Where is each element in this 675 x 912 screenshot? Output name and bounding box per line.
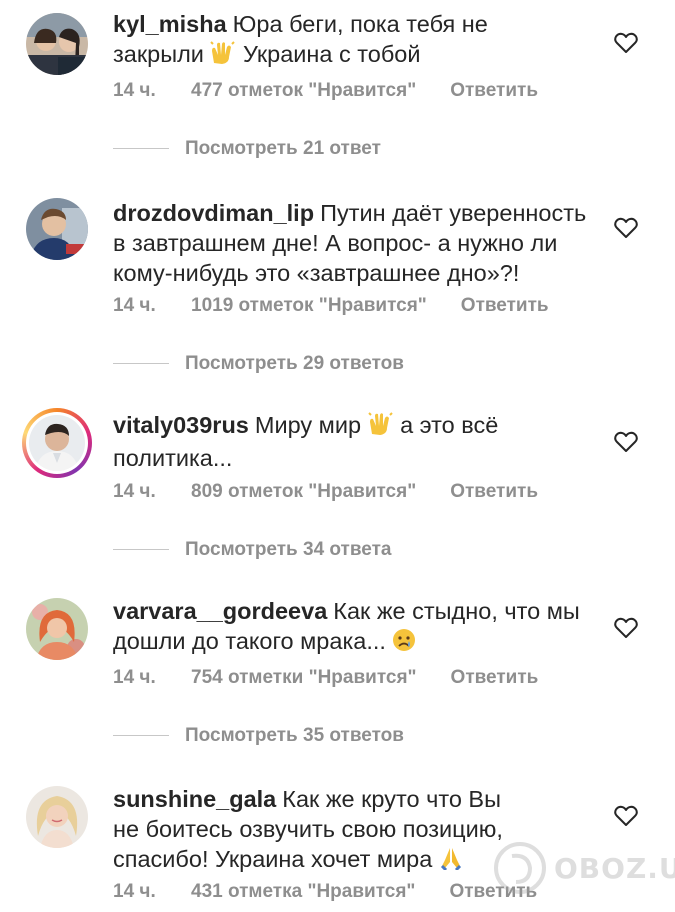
comment-body: спасибо! Украина хочет мира bbox=[113, 846, 433, 872]
folded-hands-icon bbox=[439, 846, 463, 877]
comment-time: 14 ч. bbox=[113, 80, 156, 101]
avatar[interactable] bbox=[26, 786, 88, 848]
divider bbox=[113, 735, 169, 737]
heart-icon[interactable] bbox=[614, 805, 638, 827]
heart-icon[interactable] bbox=[614, 617, 638, 639]
comment-text: kyl_misha Юра беги, пока тебя не закрыли … bbox=[113, 9, 598, 72]
avatar[interactable] bbox=[26, 598, 88, 660]
comment-username[interactable]: sunshine_gala bbox=[113, 786, 276, 812]
comment-time: 14 ч. bbox=[113, 667, 156, 688]
avatar[interactable] bbox=[26, 198, 88, 260]
comment-body: Миру мир bbox=[254, 412, 362, 438]
likes-count[interactable]: 477 отметок "Нравится" bbox=[191, 80, 416, 102]
view-replies-label: Посмотреть 35 ответов bbox=[185, 725, 404, 746]
view-replies-label: Посмотреть 29 ответов bbox=[185, 353, 404, 374]
comment-time: 14 ч. bbox=[113, 481, 156, 502]
heart-icon[interactable] bbox=[614, 32, 638, 54]
comment-text: drozdovdiman_lip Путин даёт уверенность в… bbox=[113, 198, 598, 288]
comment-text: sunshine_gala Как же круто что Вы не боит… bbox=[113, 784, 598, 877]
sad-face-icon bbox=[392, 628, 416, 659]
comment-body: Украина с тобой bbox=[243, 41, 421, 67]
view-replies-button[interactable]: Посмотреть 29 ответов bbox=[113, 353, 404, 375]
reply-button[interactable]: Ответить bbox=[449, 881, 537, 903]
likes-count[interactable]: 754 отметки "Нравится" bbox=[191, 667, 417, 689]
comment-meta: 14 ч. 754 отметки "Нравится" Ответить bbox=[113, 667, 538, 689]
comment-body: Путин даёт уверенность bbox=[320, 200, 587, 226]
raising-hands-icon bbox=[210, 41, 236, 72]
comment-meta: 14 ч. 477 отметок "Нравится" Ответить bbox=[113, 80, 538, 102]
comment-body: не боитесь озвучить свою позицию, bbox=[113, 816, 503, 842]
comment-body: а это всё bbox=[400, 412, 499, 438]
comment-body: Как же стыдно, что мы bbox=[333, 598, 580, 624]
comment-time: 14 ч. bbox=[113, 295, 156, 316]
reply-button[interactable]: Ответить bbox=[461, 295, 549, 317]
comment-body: кому-нибудь это «завтрашнее дно»?! bbox=[113, 260, 520, 286]
comment-body: Юра беги, пока тебя не bbox=[232, 11, 488, 37]
likes-count[interactable]: 809 отметок "Нравится" bbox=[191, 481, 416, 503]
comment-username[interactable]: kyl_misha bbox=[113, 11, 227, 37]
comment-meta: 14 ч. 1019 отметок "Нравится" Ответить bbox=[113, 295, 549, 317]
likes-count[interactable]: 431 отметка "Нравится" bbox=[191, 881, 415, 903]
comment-body: Как же круто что Вы bbox=[282, 786, 501, 812]
likes-count[interactable]: 1019 отметок "Нравится" bbox=[191, 295, 427, 317]
avatar-story-ring[interactable] bbox=[22, 408, 92, 478]
comment-username[interactable]: vitaly039rus bbox=[113, 412, 249, 438]
view-replies-label: Посмотреть 21 ответ bbox=[185, 138, 381, 159]
comment-text: varvara__gordeeva Как же стыдно, что мы д… bbox=[113, 596, 598, 659]
comment-username[interactable]: drozdovdiman_lip bbox=[113, 200, 314, 226]
view-replies-button[interactable]: Посмотреть 35 ответов bbox=[113, 725, 404, 747]
view-replies-button[interactable]: Посмотреть 21 ответ bbox=[113, 138, 381, 160]
comment-username[interactable]: varvara__gordeeva bbox=[113, 598, 327, 624]
comment-time: 14 ч. bbox=[113, 881, 156, 902]
comment-text: vitaly039rus Миру мир а это всё политика.… bbox=[113, 410, 598, 473]
raising-hands-icon bbox=[367, 412, 394, 443]
comment-body: политика... bbox=[113, 445, 233, 471]
avatar[interactable] bbox=[26, 13, 88, 75]
comment-body: закрыли bbox=[113, 41, 204, 67]
divider bbox=[113, 549, 169, 551]
heart-icon[interactable] bbox=[614, 431, 638, 453]
comment-meta: 14 ч. 431 отметка "Нравится" Ответить bbox=[113, 881, 537, 903]
reply-button[interactable]: Ответить bbox=[450, 80, 538, 102]
divider bbox=[113, 363, 169, 365]
divider bbox=[113, 148, 169, 150]
comment-meta: 14 ч. 809 отметок "Нравится" Ответить bbox=[113, 481, 538, 503]
comment-body: в завтрашнем дне! А вопрос- а нужно ли bbox=[113, 230, 558, 256]
reply-button[interactable]: Ответить bbox=[451, 667, 539, 689]
view-replies-button[interactable]: Посмотреть 34 ответа bbox=[113, 539, 391, 561]
reply-button[interactable]: Ответить bbox=[450, 481, 538, 503]
comment-body: дошли до такого мрака... bbox=[113, 628, 386, 654]
avatar bbox=[26, 412, 88, 474]
heart-icon[interactable] bbox=[614, 217, 638, 239]
view-replies-label: Посмотреть 34 ответа bbox=[185, 539, 392, 560]
